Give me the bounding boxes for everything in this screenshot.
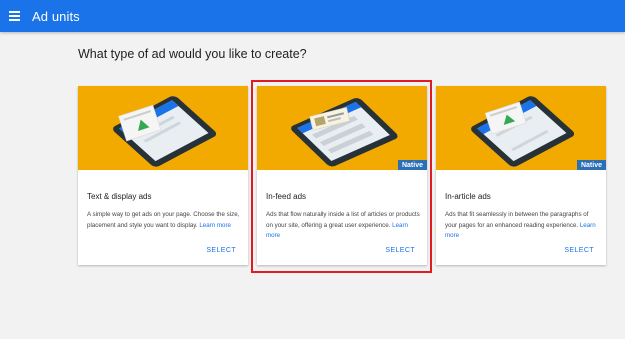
native-badge: Native [397,160,427,170]
app-title: Ad units [32,8,80,24]
card-description: Ads that fit seamlessly in between the p… [445,210,599,242]
page-heading: What type of ad would you like to create… [78,47,307,61]
ad-type-card-in-article[interactable]: Native In-article ads Ads that fit seaml… [436,86,606,265]
card-illustration: Native [257,86,427,170]
select-button[interactable]: SELECT [385,247,415,254]
phone-illustration [113,96,217,167]
select-button[interactable]: SELECT [564,247,594,254]
select-button[interactable]: SELECT [206,247,236,254]
card-title: Text & display ads [87,192,152,201]
card-description: A simple way to get ads on your page. Ch… [87,210,241,231]
card-illustration: Native [436,86,606,170]
card-title: In-article ads [445,192,491,201]
card-title: In-feed ads [266,192,307,201]
hamburger-menu-icon[interactable] [4,6,24,26]
ad-type-card-text-display[interactable]: Text & display ads A simple way to get a… [78,86,248,265]
phone-illustration [471,96,575,167]
card-description: Ads that flow naturally inside a list of… [266,210,420,242]
app-bar: Ad units [0,0,625,32]
learn-more-link[interactable]: Learn more [199,222,231,229]
phone-illustration [291,98,398,167]
ad-type-card-in-feed[interactable]: Native In-feed ads Ads that flow natural… [257,86,427,265]
card-illustration [78,86,248,170]
card-description-text: Ads that fit seamlessly in between the p… [445,211,589,229]
native-badge: Native [576,160,606,170]
